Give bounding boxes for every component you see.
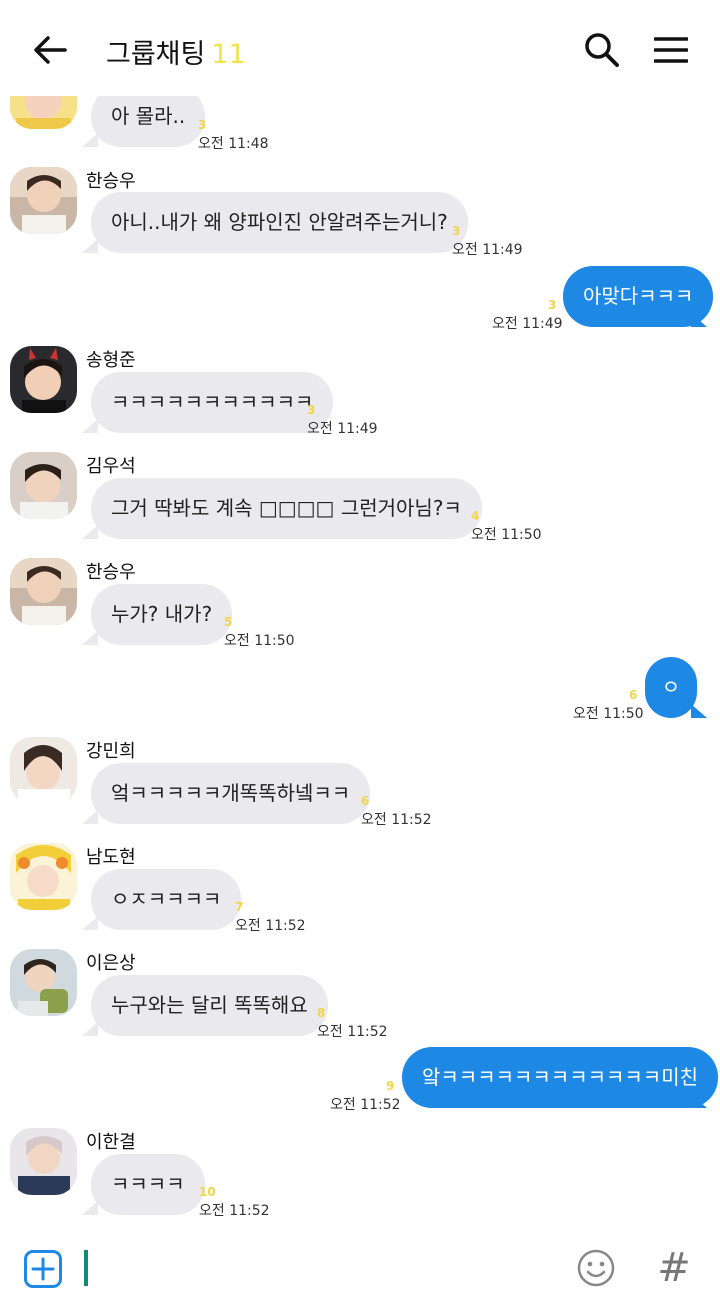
page-title: 그룹채팅 11 — [106, 32, 246, 71]
sender-name: 김우석 — [86, 456, 136, 477]
chat-header: 그룹채팅 11 — [0, 0, 720, 96]
message-time: 오전 11:52 — [361, 812, 432, 828]
message-input-bar: # — [0, 1230, 720, 1309]
bubble-tail — [82, 916, 98, 930]
message-time: 오전 11:50 — [573, 706, 644, 722]
message-bubble-outgoing[interactable]: ㅇ — [645, 657, 697, 718]
unread-count: 4 — [471, 509, 480, 523]
attach-button[interactable] — [24, 1250, 62, 1288]
unread-count: 10 — [199, 1185, 216, 1199]
unread-count: 3 — [307, 403, 316, 417]
bubble-tail — [691, 1094, 707, 1108]
smiley-icon — [577, 1249, 615, 1287]
bubble-tail — [691, 313, 707, 327]
message-bubble[interactable]: ㅇㅈㅋㅋㅋㅋ — [91, 869, 242, 930]
hashtag-button[interactable]: # — [654, 1245, 694, 1291]
bubble-tail — [82, 1201, 98, 1215]
bubble-tail — [82, 239, 98, 253]
search-icon — [585, 33, 619, 67]
message-bubble[interactable]: 누가? 내가? — [91, 584, 233, 645]
avatar-hanseungwoo[interactable] — [10, 167, 77, 234]
bubble-tail — [691, 704, 707, 718]
message-input-field[interactable] — [84, 1250, 88, 1286]
hamburger-menu-icon — [654, 37, 688, 63]
chat-title: 그룹채팅 — [106, 39, 206, 70]
message-time: 오전 11:49 — [307, 421, 378, 437]
member-count: 11 — [211, 39, 246, 70]
bubble-tail — [82, 525, 98, 539]
sender-name: 이은상 — [86, 953, 136, 974]
unread-count: 7 — [235, 900, 244, 914]
avatar-kangminhee[interactable] — [10, 737, 77, 804]
bubble-tail — [82, 419, 98, 433]
message-time: 오전 11:49 — [492, 316, 563, 332]
message-bubble-outgoing[interactable]: 앜ㅋㅋㅋㅋㅋㅋㅋㅋㅋㅋㅋㅋ미친 — [402, 1047, 718, 1108]
unread-count: 5 — [224, 615, 233, 629]
unread-count: 3 — [452, 224, 461, 238]
message-time: 오전 11:52 — [330, 1097, 401, 1113]
unread-count: 6 — [361, 794, 370, 808]
sender-name: 남도현 — [86, 847, 136, 868]
message-bubble[interactable]: 아니..내가 왜 양파인진 안알려주는거니? — [91, 192, 468, 253]
sender-name: 송형준 — [86, 350, 136, 371]
back-button[interactable] — [28, 28, 72, 72]
sender-name: 한승우 — [86, 562, 136, 583]
unread-count: 3 — [198, 118, 207, 132]
avatar-leehangyul[interactable] — [10, 1128, 77, 1195]
bubble-tail — [82, 1022, 98, 1036]
unread-count: 6 — [629, 688, 638, 702]
avatar-namdohyun[interactable] — [10, 843, 77, 910]
bubble-tail — [82, 631, 98, 645]
emoji-button[interactable] — [576, 1248, 616, 1288]
arrow-left-icon — [34, 36, 67, 64]
unread-count: 8 — [317, 1006, 326, 1020]
message-bubble[interactable]: 엌ㅋㅋㅋㅋㅋ개똑똑하넼ㅋㅋ — [91, 763, 371, 824]
message-time: 오전 11:49 — [452, 242, 523, 258]
message-time: 오전 11:52 — [317, 1024, 388, 1040]
message-time: 오전 11:50 — [224, 633, 295, 649]
message-bubble[interactable]: ㅋㅋㅋㅋ — [91, 1154, 205, 1215]
plus-box-icon — [31, 1257, 55, 1281]
menu-button[interactable] — [648, 28, 694, 72]
message-time: 오전 11:48 — [198, 136, 269, 152]
sender-name: 한승우 — [86, 171, 136, 192]
avatar-hanseungwoo[interactable] — [10, 558, 77, 625]
avatar-kimwooseok[interactable] — [10, 452, 77, 519]
message-time: 오전 11:52 — [199, 1203, 270, 1219]
sender-name: 이한결 — [86, 1132, 136, 1153]
message-bubble[interactable]: 그거 딱봐도 계속 □□□□ 그런거아님?ㅋ — [91, 478, 482, 539]
message-bubble[interactable]: ㅋㅋㅋㅋㅋㅋㅋㅋㅋㅋㅋ — [91, 372, 334, 433]
search-button[interactable] — [580, 28, 624, 72]
avatar-leeeunsang[interactable] — [10, 949, 77, 1016]
message-time: 오전 11:52 — [235, 918, 306, 934]
sender-name: 강민희 — [86, 741, 136, 762]
bubble-tail — [82, 133, 98, 147]
avatar-songhyungjun[interactable] — [10, 346, 77, 413]
unread-count: 3 — [548, 298, 557, 312]
message-time: 오전 11:50 — [471, 527, 542, 543]
unread-count: 9 — [386, 1079, 395, 1093]
message-bubble[interactable]: 누구와는 달리 똑똑해요 — [91, 975, 328, 1036]
bubble-tail — [82, 810, 98, 824]
chat-message-list[interactable]: 아 몰라.. 3 오전 11:48 한승우 아니..내가 왜 양파인진 안알려주… — [0, 0, 720, 1230]
